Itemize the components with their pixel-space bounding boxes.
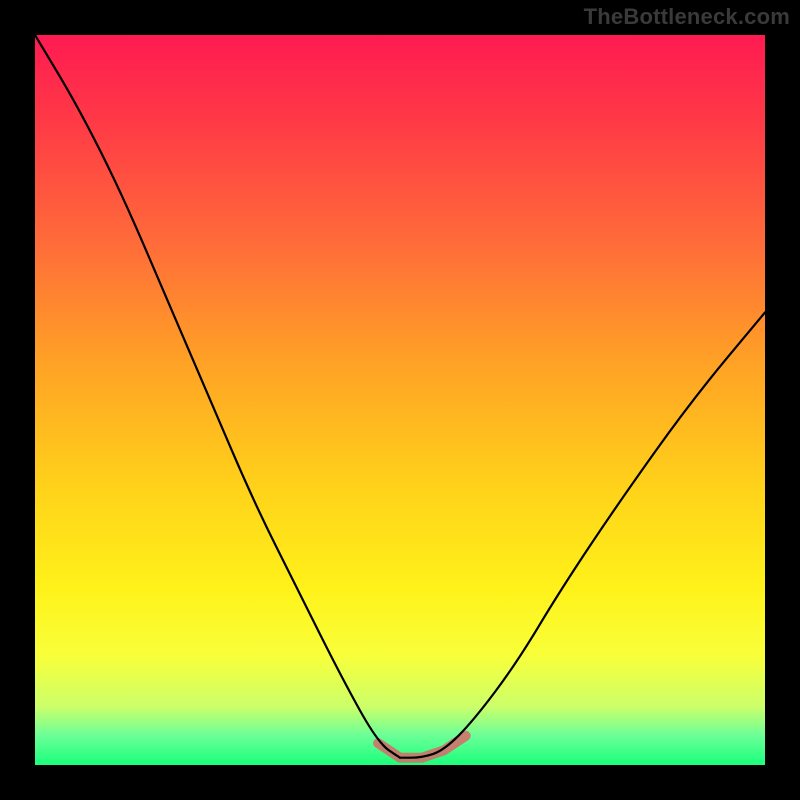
watermark-text: TheBottleneck.com bbox=[584, 4, 790, 30]
chart-frame: TheBottleneck.com bbox=[0, 0, 800, 800]
optimal-region-highlight bbox=[378, 736, 466, 758]
curve-layer bbox=[35, 35, 765, 765]
plot-area bbox=[35, 35, 765, 765]
bottleneck-curve-right bbox=[400, 312, 765, 757]
bottleneck-curve-left bbox=[35, 35, 400, 758]
